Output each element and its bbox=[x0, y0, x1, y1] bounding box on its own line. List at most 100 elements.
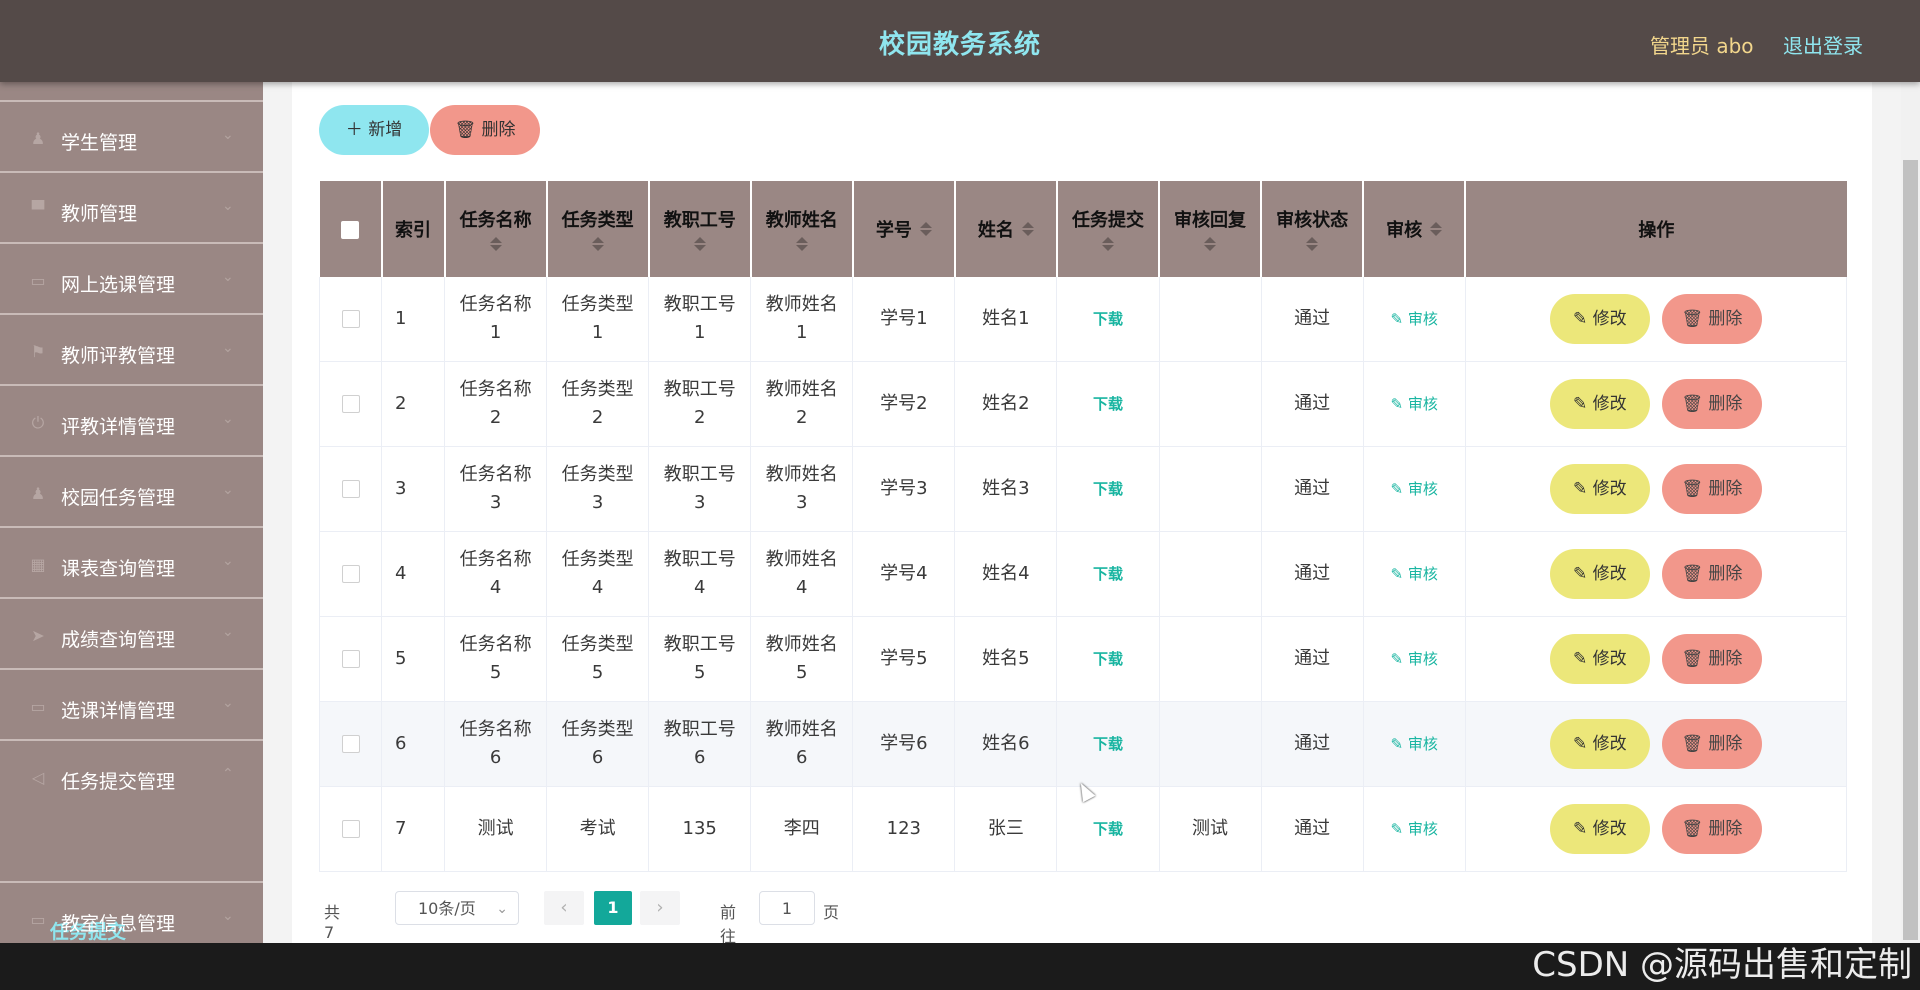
download-link[interactable]: 下载 bbox=[1093, 650, 1123, 668]
prev-page-button[interactable]: ‹ bbox=[544, 891, 584, 925]
sidebar-item[interactable]: ⚑ 教师评教管理 ⌄ bbox=[0, 313, 263, 383]
column-header[interactable]: 任务提交 bbox=[1056, 181, 1161, 277]
sort-icon[interactable] bbox=[591, 236, 604, 252]
column-header[interactable]: 审核回复 bbox=[1159, 181, 1263, 277]
sidebar-item[interactable]: ♟ 校园任务管理 ⌄ bbox=[0, 455, 263, 525]
cell-teacher-name: 教师姓名3 bbox=[750, 446, 854, 532]
row-checkbox[interactable] bbox=[341, 395, 360, 413]
edit-icon: ✎ bbox=[1390, 565, 1408, 583]
delete-button[interactable]: 🗑︎ 删除 bbox=[1661, 294, 1762, 344]
column-header[interactable]: 姓名 bbox=[954, 181, 1058, 277]
edit-icon: ✎ bbox=[1573, 734, 1593, 754]
column-header[interactable]: 审核 bbox=[1363, 181, 1467, 277]
delete-button[interactable]: 🗑︎ 删除 bbox=[1661, 634, 1762, 684]
table-row: 6 任务名称6 任务类型6 教职工号6 教师姓名6 学号6 姓名6 下载 通过 ✎ 审核 ✎ 修改 🗑… bbox=[318, 701, 1848, 787]
column-header[interactable]: 教师姓名 bbox=[750, 181, 854, 277]
batch-delete-button[interactable]: 🗑︎ 删除 bbox=[430, 105, 540, 155]
column-header[interactable]: 审核状态 bbox=[1261, 181, 1365, 277]
column-header[interactable]: 教职工号 bbox=[648, 181, 752, 277]
cell-audit: ✎ 审核 bbox=[1363, 786, 1466, 872]
audit-link[interactable]: ✎ 审核 bbox=[1390, 310, 1437, 328]
cell-index: 4 bbox=[381, 531, 446, 617]
edit-button[interactable]: ✎ 修改 bbox=[1549, 719, 1650, 769]
cell-teacher-name: 教师姓名4 bbox=[750, 531, 854, 617]
sort-icon[interactable] bbox=[1101, 236, 1114, 252]
delete-button[interactable]: 🗑︎ 删除 bbox=[1661, 464, 1762, 514]
edit-button[interactable]: ✎ 修改 bbox=[1549, 464, 1650, 514]
next-page-button[interactable]: › bbox=[640, 891, 680, 925]
cell-submit: 下载 bbox=[1056, 786, 1160, 872]
audit-link[interactable]: ✎ 审核 bbox=[1390, 480, 1437, 498]
audit-link[interactable]: ✎ 审核 bbox=[1390, 650, 1437, 668]
cell-index: 5 bbox=[381, 616, 446, 702]
edit-button[interactable]: ✎ 修改 bbox=[1549, 294, 1650, 344]
sidebar-item[interactable]: ◁ 任务提交管理 ⌃ bbox=[0, 739, 263, 809]
delete-button[interactable]: 🗑︎ 删除 bbox=[1661, 379, 1762, 429]
sort-icon[interactable] bbox=[1204, 236, 1217, 252]
page-size-select[interactable]: 10条/页 ⌄ bbox=[395, 891, 519, 925]
trash-icon: 🗑︎ bbox=[1681, 309, 1709, 329]
scrollbar-thumb[interactable] bbox=[1903, 160, 1918, 940]
row-checkbox[interactable] bbox=[341, 820, 360, 838]
audit-link[interactable]: ✎ 审核 bbox=[1390, 735, 1437, 753]
logout-link[interactable]: 退出登录 bbox=[1783, 30, 1863, 59]
sort-icon[interactable] bbox=[1021, 221, 1034, 237]
download-link[interactable]: 下载 bbox=[1093, 735, 1123, 753]
audit-link[interactable]: ✎ 审核 bbox=[1390, 565, 1437, 583]
audit-link[interactable]: ✎ 审核 bbox=[1390, 820, 1437, 838]
delete-button[interactable]: 🗑︎ 删除 bbox=[1661, 804, 1762, 854]
edit-icon: ✎ bbox=[1573, 649, 1593, 669]
sidebar-item-label: 课表查询管理 bbox=[61, 558, 176, 580]
vertical-scrollbar[interactable] bbox=[1901, 82, 1920, 943]
sort-icon[interactable] bbox=[693, 236, 706, 252]
column-header[interactable]: 任务类型 bbox=[546, 181, 650, 277]
table-row: 4 任务名称4 任务类型4 教职工号4 教师姓名4 学号4 姓名4 下载 通过 ✎ 审核 ✎ 修改 🗑… bbox=[318, 531, 1848, 617]
cell-index: 2 bbox=[381, 361, 446, 447]
sidebar-item[interactable]: ➤ 成绩查询管理 ⌄ bbox=[0, 597, 263, 667]
row-checkbox[interactable] bbox=[341, 310, 360, 328]
column-header[interactable]: 学号 bbox=[852, 181, 956, 277]
add-button[interactable]: ＋ 新增 bbox=[319, 105, 429, 155]
column-header[interactable]: 任务名称 bbox=[444, 181, 548, 277]
sidebar-item[interactable]: ▭ 选课详情管理 ⌄ bbox=[0, 668, 263, 738]
trash-icon: 🗑︎ bbox=[1681, 394, 1709, 414]
table-row: 3 任务名称3 任务类型3 教职工号3 教师姓名3 学号3 姓名3 下载 通过 ✎ 审核 ✎ 修改 🗑… bbox=[318, 446, 1848, 532]
download-link[interactable]: 下载 bbox=[1093, 480, 1123, 498]
audit-link[interactable]: ✎ 审核 bbox=[1390, 395, 1437, 413]
cell-name: 姓名1 bbox=[954, 277, 1058, 362]
row-select-cell bbox=[318, 361, 383, 447]
sidebar-item-label: 校园任务管理 bbox=[61, 487, 176, 509]
delete-button[interactable]: 🗑︎ 删除 bbox=[1661, 719, 1762, 769]
select-all-checkbox[interactable] bbox=[341, 220, 360, 239]
sidebar-item[interactable]: ▀ 教师管理 ⌄ bbox=[0, 171, 263, 241]
edit-button[interactable]: ✎ 修改 bbox=[1549, 804, 1650, 854]
sidebar-item[interactable]: ▦ 课表查询管理 ⌄ bbox=[0, 526, 263, 596]
sort-icon[interactable] bbox=[795, 236, 808, 252]
download-link[interactable]: 下载 bbox=[1093, 820, 1123, 838]
person-icon: ♟ bbox=[30, 484, 46, 503]
page-jump-input[interactable]: 1 bbox=[759, 891, 815, 925]
cell-reply bbox=[1159, 361, 1262, 447]
sidebar-item[interactable]: ♟ 学生管理 ⌄ bbox=[0, 100, 263, 170]
sort-icon[interactable] bbox=[919, 221, 932, 237]
delete-button[interactable]: 🗑︎ 删除 bbox=[1661, 549, 1762, 599]
download-link[interactable]: 下载 bbox=[1093, 395, 1123, 413]
sidebar-item[interactable]: ▭ 网上选课管理 ⌄ bbox=[0, 242, 263, 312]
row-checkbox[interactable] bbox=[341, 650, 360, 668]
page-number-current[interactable]: 1 bbox=[594, 891, 632, 925]
edit-button[interactable]: ✎ 修改 bbox=[1549, 549, 1650, 599]
download-link[interactable]: 下载 bbox=[1093, 310, 1123, 328]
sidebar-item-label: 任务提交管理 bbox=[61, 771, 176, 793]
cell-teacher-name: 教师姓名6 bbox=[750, 701, 854, 787]
sidebar-item[interactable]: ▭ 教室信息管理 ⌄ bbox=[0, 881, 263, 943]
sort-icon[interactable] bbox=[1306, 236, 1319, 252]
sort-icon[interactable] bbox=[1430, 221, 1443, 237]
row-checkbox[interactable] bbox=[341, 480, 360, 498]
sort-icon[interactable] bbox=[489, 236, 502, 252]
row-checkbox[interactable] bbox=[341, 565, 360, 583]
edit-button[interactable]: ✎ 修改 bbox=[1549, 634, 1650, 684]
sidebar-item[interactable]: ⏻ 评教详情管理 ⌄ bbox=[0, 384, 263, 454]
row-checkbox[interactable] bbox=[341, 735, 360, 753]
edit-button[interactable]: ✎ 修改 bbox=[1549, 379, 1650, 429]
download-link[interactable]: 下载 bbox=[1093, 565, 1123, 583]
